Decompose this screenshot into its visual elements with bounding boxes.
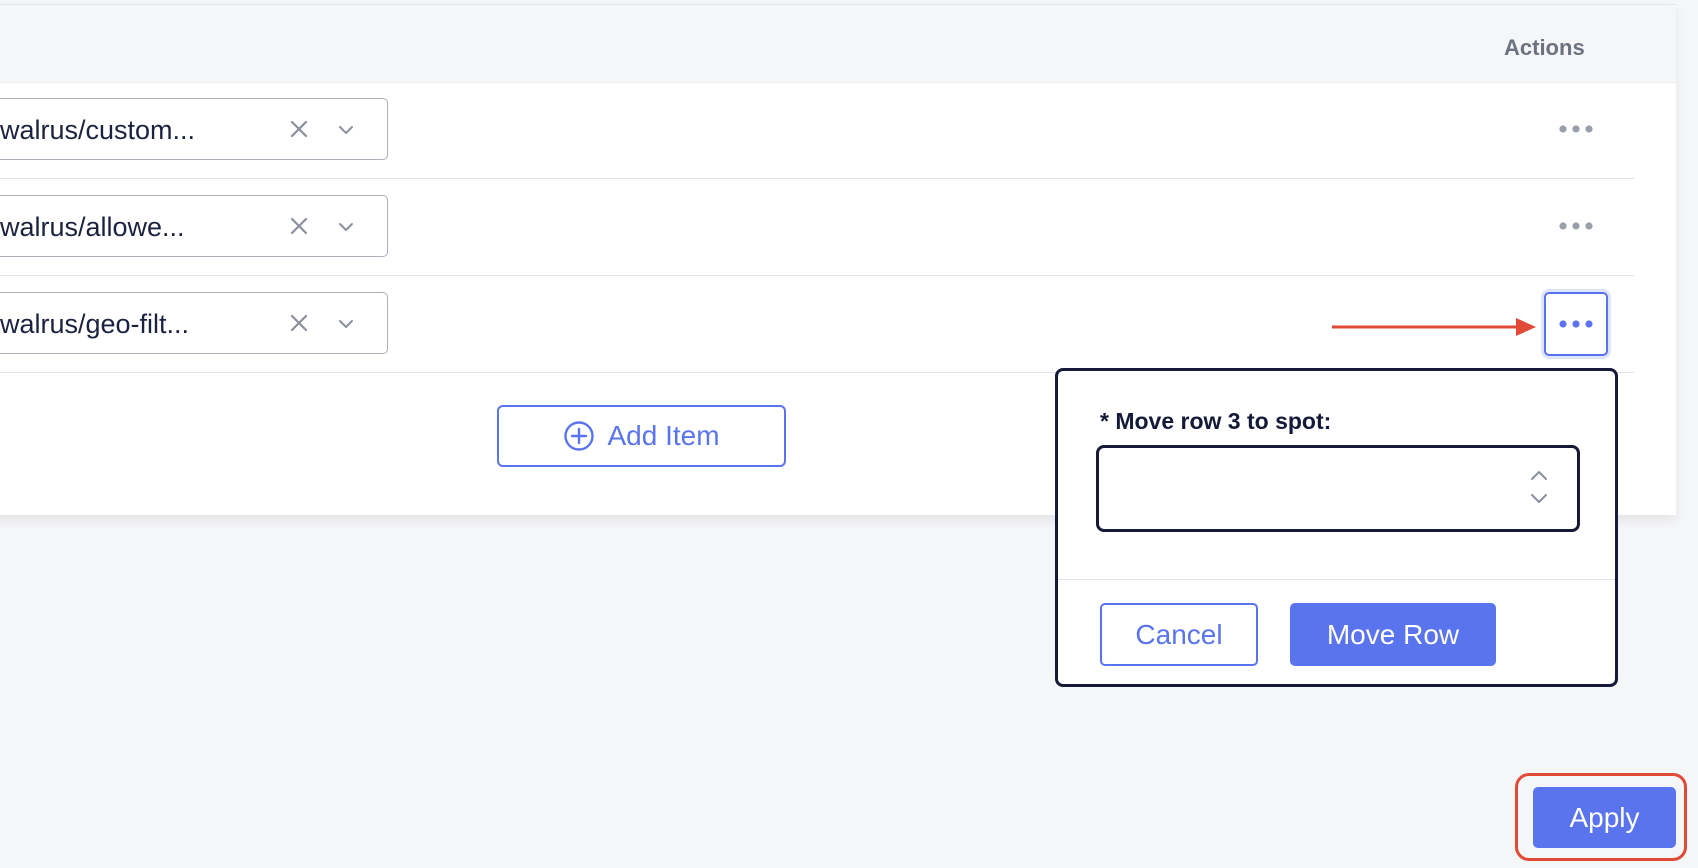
actions-column-header: Actions xyxy=(1504,35,1585,60)
row-3-more-actions-button[interactable] xyxy=(1544,292,1608,356)
chevron-down-icon[interactable] xyxy=(335,313,357,335)
cancel-button[interactable]: Cancel xyxy=(1100,603,1258,666)
clear-icon[interactable] xyxy=(287,311,311,335)
popover-divider xyxy=(1058,579,1615,580)
add-item-label: Add Item xyxy=(607,420,720,451)
apply-label: Apply xyxy=(1569,801,1640,833)
clear-icon[interactable] xyxy=(287,214,311,238)
select-value: -walrus/geo-filt... xyxy=(0,309,190,339)
spot-number-input[interactable] xyxy=(1096,445,1580,532)
row-2-select[interactable]: -walrus/allowe... xyxy=(0,195,388,257)
select-value: -walrus/custom... xyxy=(0,115,196,145)
more-horizontal-icon xyxy=(1559,125,1593,133)
move-row-popover: * Move row 3 to spot: Cancel Move Row xyxy=(1055,368,1618,687)
plus-circle-icon xyxy=(564,421,595,451)
move-row-label: * Move row 3 to spot: xyxy=(1100,408,1332,434)
chevron-down-icon[interactable] xyxy=(335,119,357,141)
chevron-down-icon[interactable] xyxy=(335,216,357,238)
add-item-button[interactable]: Add Item xyxy=(497,405,786,467)
row-1-select[interactable]: -walrus/custom... xyxy=(0,98,388,160)
move-row-label-text: Move Row xyxy=(1326,618,1460,650)
table-row: -walrus/custom... xyxy=(0,82,1634,179)
table-row: -walrus/allowe... xyxy=(0,179,1634,276)
select-value: -walrus/allowe... xyxy=(0,212,185,242)
row-3-select[interactable]: -walrus/geo-filt... xyxy=(0,292,388,354)
more-horizontal-icon xyxy=(1559,222,1593,230)
more-horizontal-icon xyxy=(1559,320,1593,328)
clear-icon[interactable] xyxy=(287,117,311,141)
table-header: Actions xyxy=(0,5,1676,83)
spin-up-down-icon[interactable] xyxy=(1527,466,1551,508)
annotation-arrow-icon xyxy=(1332,318,1536,336)
cancel-label: Cancel xyxy=(1135,618,1223,650)
row-1-more-actions-button[interactable] xyxy=(1544,98,1608,162)
move-row-button[interactable]: Move Row xyxy=(1290,603,1496,666)
row-2-more-actions-button[interactable] xyxy=(1544,195,1608,259)
apply-button[interactable]: Apply xyxy=(1533,787,1676,848)
